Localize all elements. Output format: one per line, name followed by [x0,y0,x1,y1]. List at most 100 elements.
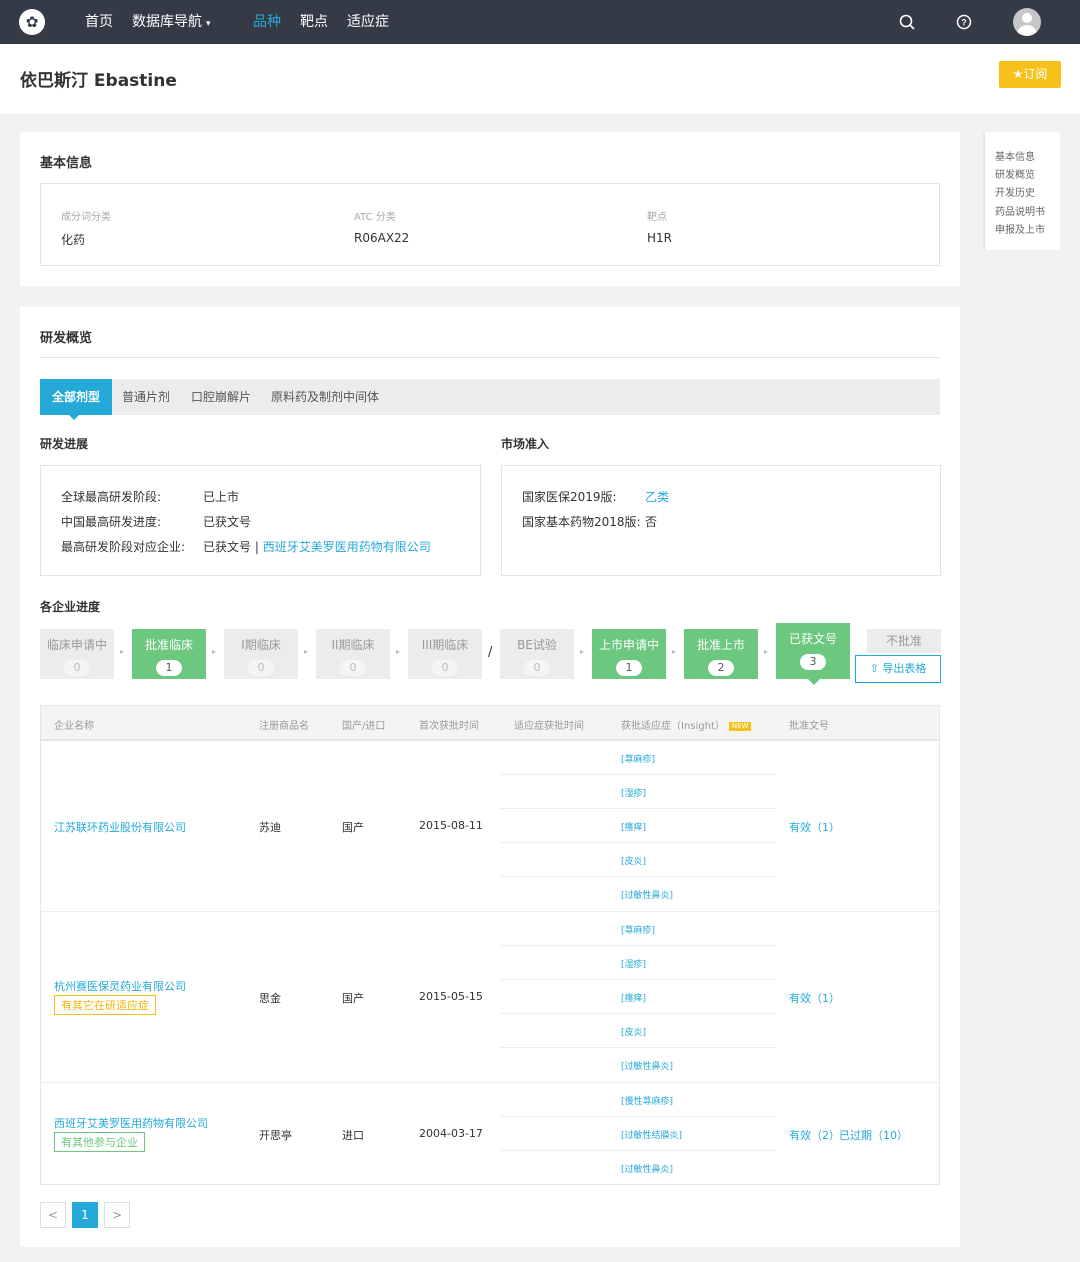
chevron-right-icon: ▸ [212,647,217,656]
market-panel: 国家医保2019版: 乙类 国家基本药物2018版: 否 [501,465,941,576]
side-nav-history[interactable]: 开发历史 [995,184,1035,199]
table-header: 企业名称 注册商品名 国产/进口 首次获批时间 适应症获批时间 获批适应症（In… [41,706,939,741]
chevron-right-icon: ▸ [580,647,585,656]
market-value-insurance[interactable]: 乙类 [645,488,669,505]
help-icon[interactable]: ? [955,13,973,31]
tab-odt[interactable]: 口腔崩解片 [191,379,251,415]
chevron-right-icon: ▸ [304,647,309,656]
first-approval-date: 2015-08-11 [419,819,483,832]
indication-divider [500,1047,776,1048]
indication-divider [500,876,776,877]
info-label-category: 成分词分类 [61,212,111,223]
market-label-insurance: 国家医保2019版: [522,490,617,504]
tab-all-dosage[interactable]: 全部剂型 [40,379,113,420]
side-nav-filing[interactable]: 申报及上市 [995,221,1045,236]
user-avatar-icon[interactable] [1013,8,1041,36]
company-name-link[interactable]: 西班牙艾美罗医用药物有限公司 [54,1115,208,1131]
stage-clinical-application[interactable]: 临床申请中 0 [40,629,114,679]
stage-count: 3 [800,654,826,670]
indication-link[interactable]: [过敏性鼻炎] [621,1162,673,1175]
indication-link[interactable]: [湿疹] [621,957,646,970]
progress-label-global: 全球最高研发阶段: [61,490,162,504]
search-icon[interactable] [898,13,916,31]
tab-tablet[interactable]: 普通片剂 [122,379,170,415]
table-row: 西班牙艾美罗医用药物有限公司 有其他参与企业 开思亭 进口 2004-03-17… [41,1083,939,1184]
brand-name: 苏迪 [259,821,281,834]
stage-label: 已获文号 [788,632,837,646]
expired-approval-link[interactable]: 已过期（10） [839,1127,908,1143]
nav-item-target[interactable]: 靶点 [300,0,328,44]
brand-name: 思金 [259,992,281,1005]
progress-label-china: 中国最高研发进度: [61,515,162,529]
side-nav-instructions[interactable]: 药品说明书 [995,203,1045,218]
side-nav-rd-overview[interactable]: 研发概览 [995,166,1035,181]
indication-link[interactable]: [皮炎] [621,1025,646,1038]
pagination-next[interactable]: > [104,1202,130,1228]
logo-icon[interactable]: ✿ [19,9,45,35]
nav-item-indication[interactable]: 适应症 [347,0,389,44]
approval-number-link[interactable]: 有效（2） [789,1127,840,1143]
indication-link[interactable]: [荨麻疹] [621,923,655,936]
indication-link[interactable]: [瘙痒] [621,820,646,833]
nav-item-home[interactable]: 首页 [85,0,113,44]
nav-item-variety[interactable]: 品种 [253,0,281,44]
chevron-down-icon: ▾ [206,19,211,29]
first-approval-date: 2015-05-15 [419,990,483,1003]
stage-market-approved[interactable]: 批准上市 2 [684,629,758,679]
origin: 进口 [342,1129,364,1142]
chevron-right-icon: ▸ [120,647,125,656]
pagination-page[interactable]: 1 [72,1202,98,1228]
stage-be-trial[interactable]: BE试验 0 [500,629,574,679]
stage-phase-2[interactable]: II期临床 0 [316,629,390,679]
new-badge: NEW [728,721,752,731]
indication-link[interactable]: [荨麻疹] [621,752,655,765]
market-label-essential: 国家基本药物2018版: [522,515,641,529]
stage-label: II期临床 [331,638,375,652]
tab-active-indicator [69,415,79,420]
indication-link[interactable]: [过敏性结膜炎] [621,1128,682,1141]
stage-label: III期临床 [421,638,469,652]
stage-label: BE试验 [517,638,557,652]
info-value-category: 化药 [61,233,86,247]
indication-link[interactable]: [过敏性鼻炎] [621,888,673,901]
brand-name: 开思亭 [259,1129,292,1142]
indication-divider [500,842,776,843]
stage-count: 0 [524,660,550,676]
basic-info-title: 基本信息 [40,156,93,171]
origin: 国产 [342,821,364,834]
approval-number-link[interactable]: 有效（1） [789,990,840,1006]
stage-phase-1[interactable]: I期临床 0 [224,629,298,679]
pagination-prev[interactable]: < [40,1202,66,1228]
indication-divider [500,774,776,775]
th-origin: 国产/进口 [342,721,386,732]
indication-link[interactable]: [湿疹] [621,786,646,799]
upload-icon: ⇧ [869,662,879,675]
status-badge: 有其它在研适应症 [54,995,156,1015]
stage-count: 0 [432,660,458,676]
indication-link[interactable]: [皮炎] [621,854,646,867]
stage-license-obtained[interactable]: 已获文号 3 [776,623,850,685]
stage-rejected[interactable]: 不批准 [867,629,941,653]
company-name-link[interactable]: 江苏联环药业股份有限公司 [54,819,186,835]
progress-value-china: 已获文号 [203,515,252,529]
indication-link[interactable]: [慢性荨麻疹] [621,1094,673,1107]
company-link[interactable]: 西班牙艾美罗医用药物有限公司 [263,540,431,554]
company-name-link[interactable]: 杭州赛医保灵药业有限公司 [54,978,186,994]
page-title: 依巴斯汀 Ebastine [20,71,177,91]
side-nav-basic-info[interactable]: 基本信息 [995,148,1035,163]
stage-phase-3[interactable]: III期临床 0 [408,629,482,679]
dosage-tabs: 全部剂型 普通片剂 口腔崩解片 原料药及制剂中间体 [40,379,940,420]
stage-market-application[interactable]: 上市申请中 1 [592,629,666,679]
stage-active-indicator [808,679,820,685]
indication-link[interactable]: [瘙痒] [621,991,646,1004]
export-label: 导出表格 [882,662,927,675]
chevron-right-icon: ▸ [672,647,677,656]
export-table-button[interactable]: ⇧ 导出表格 [855,655,941,683]
subscribe-button[interactable]: ★订阅 [999,61,1061,88]
tab-api[interactable]: 原料药及制剂中间体 [271,379,379,415]
svg-text:?: ? [961,18,967,28]
nav-item-database[interactable]: 数据库导航 ▾ [132,0,211,46]
approval-number-link[interactable]: 有效（1） [789,819,840,835]
indication-link[interactable]: [过敏性鼻炎] [621,1059,673,1072]
stage-clinical-approved[interactable]: 批准临床 1 [132,629,206,679]
